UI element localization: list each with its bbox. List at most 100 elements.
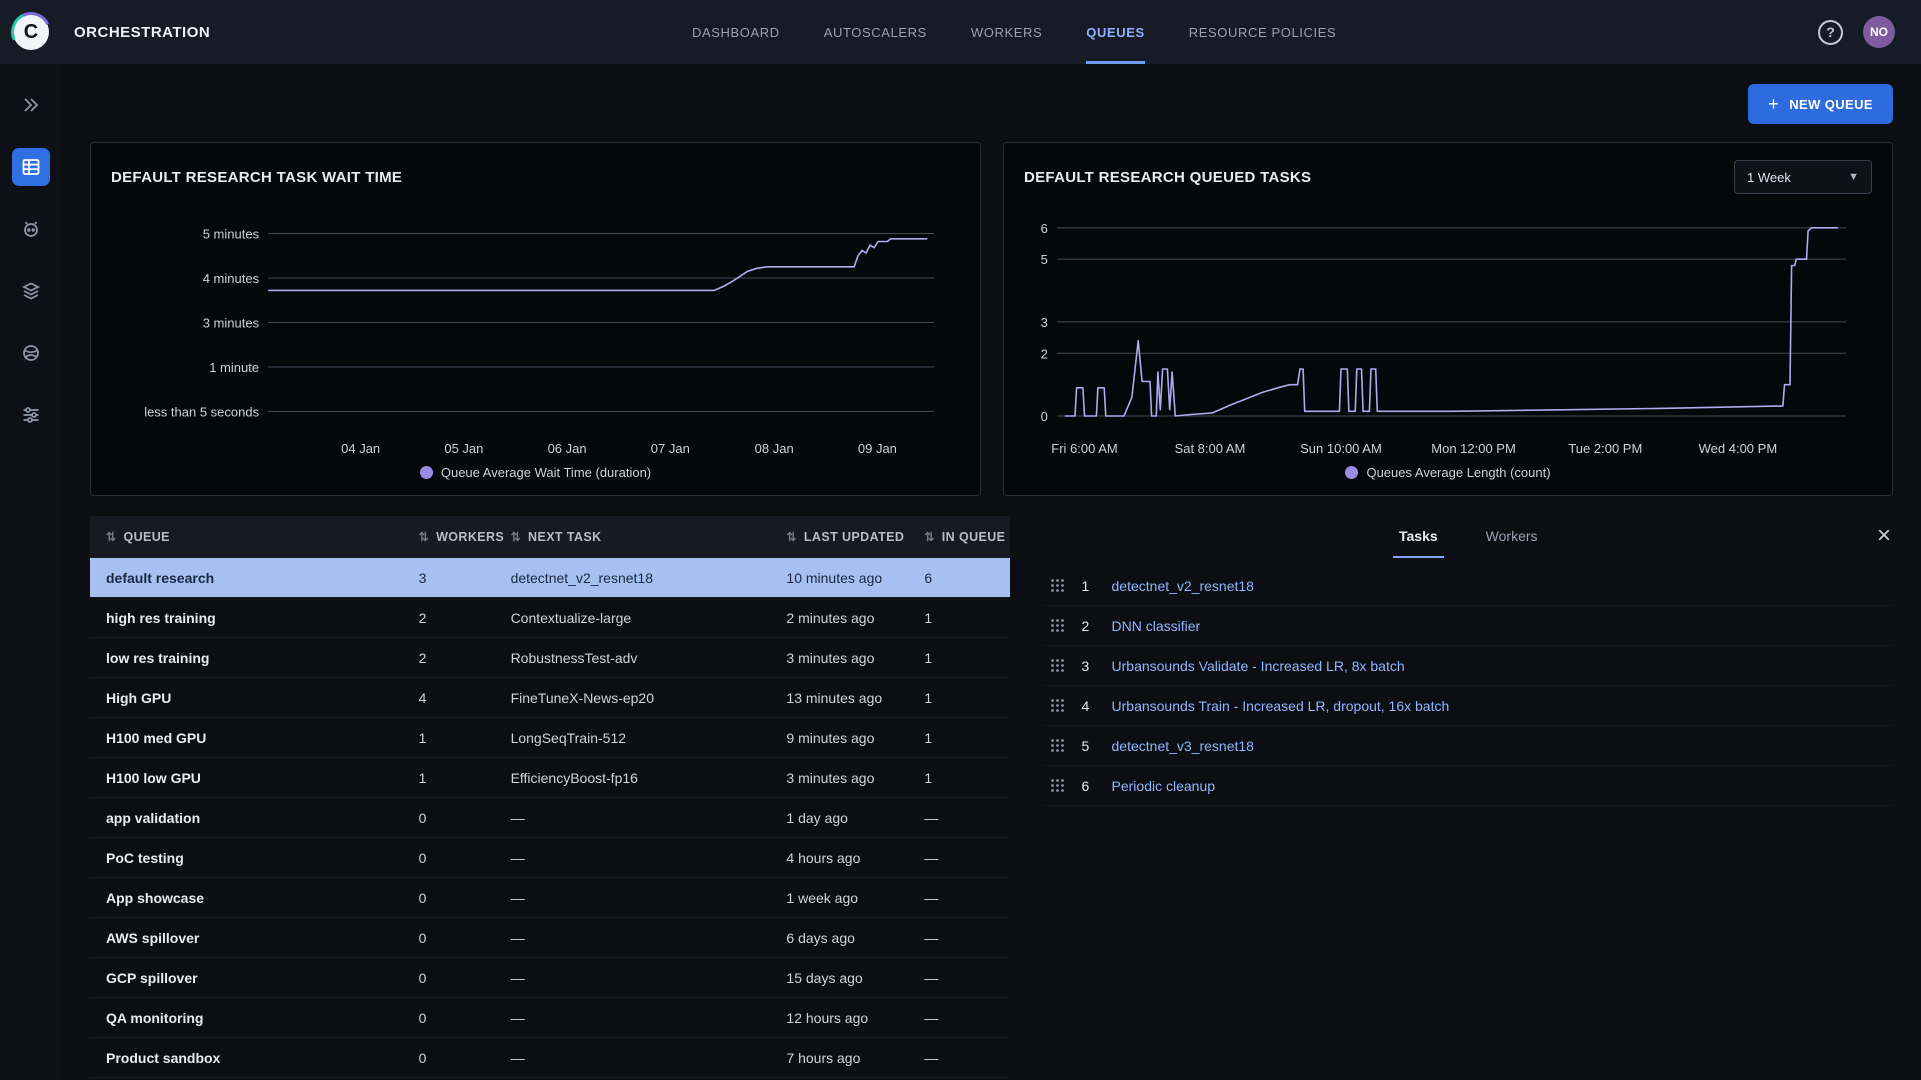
sort-icon[interactable]: ⇅ <box>419 530 429 544</box>
queue-workers: 0 <box>403 850 495 866</box>
wait-time-chart: less than 5 seconds1 minute3 minutes4 mi… <box>111 195 960 463</box>
queue-name: PoC testing <box>90 850 403 866</box>
new-queue-button[interactable]: + NEW QUEUE <box>1748 84 1893 124</box>
sort-icon[interactable]: ⇅ <box>786 530 796 544</box>
svg-text:05 Jan: 05 Jan <box>444 441 483 456</box>
task-link[interactable]: detectnet_v2_resnet18 <box>1112 578 1254 594</box>
svg-text:Mon 12:00 PM: Mon 12:00 PM <box>1431 441 1516 456</box>
table-row[interactable]: H100 med GPU 1 LongSeqTrain-512 9 minute… <box>90 718 1010 758</box>
nav-tab[interactable]: DASHBOARD <box>692 0 780 64</box>
workers-icon[interactable] <box>12 210 50 248</box>
sort-icon[interactable]: ⇅ <box>924 530 934 544</box>
avatar[interactable]: NO <box>1863 16 1895 48</box>
nav-tab[interactable]: RESOURCE POLICIES <box>1189 0 1336 64</box>
column-header[interactable]: ⇅ IN QUEUE <box>908 530 1009 544</box>
table-row[interactable]: high res training 2 Contextualize-large … <box>90 598 1010 638</box>
column-label: QUEUE <box>123 530 169 544</box>
drag-handle-icon[interactable] <box>1050 778 1066 794</box>
table-row[interactable]: QA monitoring 0 — 12 hours ago — <box>90 998 1010 1038</box>
task-index: 5 <box>1082 738 1112 754</box>
task-index: 3 <box>1082 658 1112 674</box>
nav-tab-label: AUTOSCALERS <box>824 25 927 40</box>
svg-text:Wed 4:00 PM: Wed 4:00 PM <box>1699 441 1778 456</box>
queue-next-task: — <box>495 930 771 946</box>
close-icon[interactable]: × <box>1877 524 1891 548</box>
table-row[interactable]: default research 3 detectnet_v2_resnet18… <box>90 558 1010 598</box>
drag-handle-icon[interactable] <box>1050 618 1066 634</box>
task-row[interactable]: 5 detectnet_v3_resnet18 <box>1044 726 1893 766</box>
queue-name: Product sandbox <box>90 1050 403 1066</box>
table-row[interactable]: GCP spillover 0 — 15 days ago — <box>90 958 1010 998</box>
detail-tab[interactable]: Tasks <box>1393 516 1444 558</box>
table-row[interactable]: H100 low GPU 1 EfficiencyBoost-fp16 3 mi… <box>90 758 1010 798</box>
main-column: ORCHESTRATION DASHBOARD AUTOSCALERS WORK… <box>62 0 1921 1080</box>
datasets-icon[interactable] <box>12 272 50 310</box>
task-link[interactable]: Urbansounds Train - Increased LR, dropou… <box>1112 698 1450 714</box>
drag-handle-icon[interactable] <box>1050 738 1066 754</box>
queue-in-queue: — <box>908 1010 1009 1026</box>
table-row[interactable]: app validation 0 — 1 day ago — <box>90 798 1010 838</box>
table-row[interactable]: Product sandbox 0 — 7 hours ago — <box>90 1038 1010 1078</box>
svg-text:Sat 8:00 AM: Sat 8:00 AM <box>1175 441 1246 456</box>
legend-dot-icon <box>420 466 433 479</box>
time-range-value: 1 Week <box>1747 170 1791 185</box>
orbit-icon[interactable] <box>12 334 50 372</box>
queues-icon[interactable] <box>12 148 50 186</box>
task-link[interactable]: DNN classifier <box>1112 618 1201 634</box>
task-link[interactable]: detectnet_v3_resnet18 <box>1112 738 1254 754</box>
sort-icon[interactable]: ⇅ <box>106 530 116 544</box>
help-icon[interactable]: ? <box>1818 20 1843 45</box>
drag-handle-icon[interactable] <box>1050 658 1066 674</box>
svg-text:0: 0 <box>1041 409 1048 424</box>
sort-icon[interactable]: ⇅ <box>511 530 521 544</box>
task-row[interactable]: 4 Urbansounds Train - Increased LR, drop… <box>1044 686 1893 726</box>
chart-legend: Queue Average Wait Time (duration) <box>111 465 960 480</box>
detail-tab-label: Tasks <box>1399 528 1438 544</box>
task-link[interactable]: Urbansounds Validate - Increased LR, 8x … <box>1112 658 1405 674</box>
drag-handle-icon[interactable] <box>1050 698 1066 714</box>
table-row[interactable]: low res training 2 RobustnessTest-adv 3 … <box>90 638 1010 678</box>
queue-next-task: — <box>495 970 771 986</box>
nav-tab[interactable]: AUTOSCALERS <box>824 0 927 64</box>
svg-text:07 Jan: 07 Jan <box>651 441 690 456</box>
task-row[interactable]: 1 detectnet_v2_resnet18 <box>1044 566 1893 606</box>
queue-in-queue: — <box>908 890 1009 906</box>
time-range-select[interactable]: 1 Week ▼ <box>1734 160 1872 194</box>
table-header-row: ⇅ QUEUE ⇅ WORKERS ⇅ NEXT TASK <box>90 516 1010 558</box>
pipelines-icon[interactable] <box>12 396 50 434</box>
column-header[interactable]: ⇅ WORKERS <box>403 530 495 544</box>
svg-text:5: 5 <box>1041 252 1048 267</box>
nav-tab[interactable]: WORKERS <box>971 0 1042 64</box>
queue-workers: 0 <box>403 930 495 946</box>
clearml-logo-icon[interactable]: C <box>13 14 49 50</box>
queued-tasks-card-header: DEFAULT RESEARCH QUEUED TASKS 1 Week ▼ <box>1024 159 1872 195</box>
column-header[interactable]: ⇅ NEXT TASK <box>495 530 771 544</box>
left-rail: C <box>0 0 62 1080</box>
launch-icon[interactable] <box>12 86 50 124</box>
svg-text:09 Jan: 09 Jan <box>858 441 897 456</box>
table-row[interactable]: PoC testing 0 — 4 hours ago — <box>90 838 1010 878</box>
table-row[interactable]: AWS spillover 0 — 6 days ago — <box>90 918 1010 958</box>
queue-name: H100 med GPU <box>90 730 403 746</box>
table-row[interactable]: App showcase 0 — 1 week ago — <box>90 878 1010 918</box>
queue-next-task: — <box>495 890 771 906</box>
task-row[interactable]: 2 DNN classifier <box>1044 606 1893 646</box>
task-link[interactable]: Periodic cleanup <box>1112 778 1216 794</box>
svg-text:6: 6 <box>1041 221 1048 236</box>
column-header[interactable]: ⇅ LAST UPDATED <box>770 530 908 544</box>
queue-last-updated: 7 hours ago <box>770 1050 908 1066</box>
detail-tab[interactable]: Workers <box>1480 516 1544 558</box>
task-row[interactable]: 6 Periodic cleanup <box>1044 766 1893 806</box>
nav-tab-label: RESOURCE POLICIES <box>1189 25 1336 40</box>
svg-text:5 minutes: 5 minutes <box>203 226 260 241</box>
table-row[interactable]: High GPU 4 FineTuneX-News-ep20 13 minute… <box>90 678 1010 718</box>
task-row[interactable]: 3 Urbansounds Validate - Increased LR, 8… <box>1044 646 1893 686</box>
legend-dot-icon <box>1345 466 1358 479</box>
queue-name: High GPU <box>90 690 403 706</box>
column-header[interactable]: ⇅ QUEUE <box>90 530 403 544</box>
queue-workers: 0 <box>403 970 495 986</box>
queue-next-task: detectnet_v2_resnet18 <box>495 570 771 586</box>
drag-handle-icon[interactable] <box>1050 578 1066 594</box>
nav-tab[interactable]: QUEUES <box>1086 0 1145 64</box>
new-queue-label: NEW QUEUE <box>1789 97 1873 112</box>
